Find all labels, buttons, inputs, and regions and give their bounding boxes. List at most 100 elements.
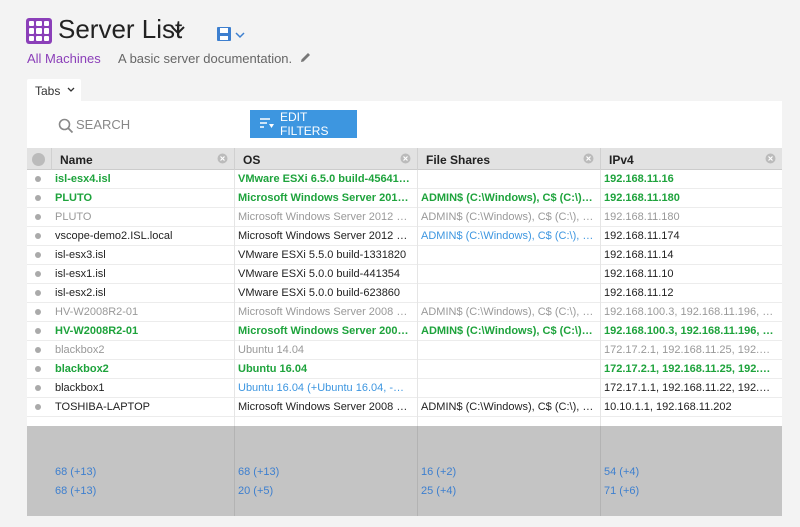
cell-os: Microsoft Windows Server 2008 R2 Standar… — [238, 401, 411, 413]
column-header-os[interactable]: OS — [234, 148, 417, 170]
summary-row: 68 (+13) 20 (+5) 25 (+4) 71 (+6) — [27, 482, 782, 501]
column-header-ipv4[interactable]: IPv4 — [600, 148, 782, 170]
table-row[interactable]: blackbox2 Ubuntu 16.04 172.17.2.1, 192.168… — [27, 360, 782, 379]
cell-file-shares — [417, 246, 594, 265]
tabs-dropdown[interactable]: Tabs — [27, 79, 81, 101]
remove-column-icon[interactable] — [217, 153, 228, 164]
row-select-dot[interactable] — [35, 195, 41, 201]
row-select-dot[interactable] — [35, 366, 41, 372]
table-row[interactable]: blackbox1 Ubuntu 16.04 (+Ubuntu 16.04, -U… — [27, 379, 782, 398]
cell-os: Microsoft Windows Server 2008 R2 Enterpr… — [238, 306, 411, 318]
cell-name: HV-W2008R2-01 — [55, 306, 139, 318]
cell-ipv4: 192.168.11.16 — [604, 173, 674, 185]
cell-name: PLUTO — [55, 192, 93, 204]
column-header-file-shares[interactable]: File Shares — [417, 148, 600, 170]
app-header: Server List All Machines A basic server … — [0, 0, 800, 80]
cell-name: PLUTO — [55, 211, 92, 223]
cell-file-shares — [417, 360, 594, 379]
cell-name: isl-esx1.isl — [55, 268, 106, 280]
cell-name: blackbox1 — [55, 382, 105, 394]
cell-name: blackbox2 — [55, 363, 109, 375]
cell-name: blackbox2 — [55, 344, 105, 356]
cell-ipv4: 192.168.11.180 — [604, 192, 680, 204]
remove-column-icon[interactable] — [765, 153, 776, 164]
cell-os: Ubuntu 14.04 — [238, 344, 305, 356]
row-select-dot[interactable] — [35, 404, 41, 410]
cell-os: Ubuntu 16.04 — [238, 363, 308, 375]
cell-file-shares: ADMIN$ (C:\Windows), C$ (C:\), IPC$ — [421, 306, 594, 318]
cell-ipv4: 192.168.11.12 — [604, 287, 674, 299]
summary-count-os[interactable]: 20 (+5) — [238, 485, 273, 497]
row-select-dot[interactable] — [35, 233, 41, 239]
cell-os: Ubuntu 16.04 (+Ubuntu 16.04, -Ubuntu 14.… — [238, 382, 411, 394]
table-row[interactable]: isl-esx1.isl VMware ESXi 5.0.0 build-4413… — [27, 265, 782, 284]
edit-filters-button[interactable]: EDIT FILTERS — [250, 110, 357, 138]
row-select-dot[interactable] — [35, 347, 41, 353]
row-select-dot[interactable] — [35, 385, 41, 391]
cell-file-shares: ADMIN$ (C:\Windows), C$ (C:\), IPC$ — [421, 401, 594, 413]
row-select-dot[interactable] — [35, 176, 41, 182]
app-grid-icon[interactable] — [26, 18, 52, 44]
cell-os: Microsoft Windows Server 2012 R2 Standar… — [238, 211, 411, 223]
summary-count-ipv4[interactable]: 71 (+6) — [604, 485, 639, 497]
summary-count-file-shares[interactable]: 16 (+2) — [421, 466, 456, 478]
search-input[interactable] — [76, 117, 216, 132]
cell-ipv4: 172.17.2.1, 192.168.11.25, 192.168.11.26 — [604, 363, 776, 375]
search-icon — [58, 118, 74, 134]
row-select-dot[interactable] — [35, 252, 41, 258]
save-icon[interactable] — [216, 26, 232, 42]
summary-row: 68 (+13) 68 (+13) 16 (+2) 54 (+4) — [27, 463, 782, 482]
cell-name: isl-esx4.isl — [55, 173, 111, 185]
page-description: A basic server documentation. — [118, 51, 293, 66]
cell-os: Microsoft Windows Server 2012 R2 Standar… — [238, 192, 411, 204]
cell-name: HV-W2008R2-01 — [55, 325, 139, 337]
row-select-dot[interactable] — [35, 271, 41, 277]
table-row[interactable]: TOSHIBA-LAPTOP Microsoft Windows Server 2… — [27, 398, 782, 417]
summary-count-os[interactable]: 68 (+13) — [238, 466, 279, 478]
cell-ipv4: 192.168.11.10 — [604, 268, 674, 280]
cell-os: VMware ESXi 5.0.0 build-623860 — [238, 287, 401, 299]
table-row[interactable]: HV-W2008R2-01 Microsoft Windows Server 20… — [27, 322, 782, 341]
cell-name: vscope-demo2.ISL.local — [55, 230, 173, 242]
table-row[interactable]: vscope-demo2.ISL.local Microsoft Windows … — [27, 227, 782, 246]
filter-icon — [260, 118, 274, 128]
cell-file-shares — [417, 379, 594, 398]
row-select-dot[interactable] — [35, 214, 41, 220]
breadcrumb-all-machines[interactable]: All Machines — [27, 51, 101, 66]
cell-ipv4: 192.168.100.3, 192.168.11.196, 192.168.1… — [604, 306, 776, 318]
tabs-label: Tabs — [35, 84, 61, 98]
server-list-panel: EDIT FILTERS Name OS File Shares IPv4 is… — [27, 101, 782, 516]
cell-file-shares: ADMIN$ (C:\Windows), C$ (C:\), IPC$ — [421, 211, 594, 223]
table-row[interactable]: isl-esx4.isl VMware ESXi 6.5.0 build-4564… — [27, 170, 782, 189]
table-row[interactable]: isl-esx2.isl VMware ESXi 5.0.0 build-6238… — [27, 284, 782, 303]
cell-ipv4: 10.10.1.1, 192.168.11.202 — [604, 401, 732, 413]
cell-os: Microsoft Windows Server 2008 R2 Enterpr… — [238, 325, 411, 337]
row-select-dot[interactable] — [35, 290, 41, 296]
save-options-chevron-icon[interactable] — [234, 30, 246, 40]
summary-count-name[interactable]: 68 (+13) — [55, 466, 96, 478]
table-row[interactable]: PLUTO Microsoft Windows Server 2012 R2 St… — [27, 189, 782, 208]
search-box[interactable] — [58, 116, 218, 138]
chevron-down-icon[interactable] — [170, 22, 186, 38]
table-header: Name OS File Shares IPv4 — [27, 148, 782, 170]
select-all-toggle[interactable] — [32, 153, 45, 166]
summary-count-file-shares[interactable]: 25 (+4) — [421, 485, 456, 497]
remove-column-icon[interactable] — [583, 153, 594, 164]
column-header-name[interactable]: Name — [51, 148, 234, 170]
table-row[interactable]: isl-esx3.isl VMware ESXi 5.5.0 build-1331… — [27, 246, 782, 265]
cell-file-shares: ADMIN$ (C:\Windows), C$ (C:\), IPC$ — [421, 325, 594, 337]
column-divider — [234, 170, 235, 426]
table-row[interactable]: HV-W2008R2-01 Microsoft Windows Server 20… — [27, 303, 782, 322]
cell-file-shares — [417, 265, 594, 284]
cell-name: TOSHIBA-LAPTOP — [55, 401, 150, 413]
table-row[interactable]: PLUTO Microsoft Windows Server 2012 R2 St… — [27, 208, 782, 227]
row-select-dot[interactable] — [35, 309, 41, 315]
summary-count-name[interactable]: 68 (+13) — [55, 485, 96, 497]
edit-pencil-icon[interactable] — [299, 51, 312, 64]
cell-os: VMware ESXi 5.0.0 build-441354 — [238, 268, 401, 280]
summary-count-ipv4[interactable]: 54 (+4) — [604, 466, 639, 478]
cell-ipv4: 192.168.100.3, 192.168.11.196, 192.168.1… — [604, 325, 776, 337]
remove-column-icon[interactable] — [400, 153, 411, 164]
table-row[interactable]: blackbox2 Ubuntu 14.04 172.17.2.1, 192.168… — [27, 341, 782, 360]
row-select-dot[interactable] — [35, 328, 41, 334]
